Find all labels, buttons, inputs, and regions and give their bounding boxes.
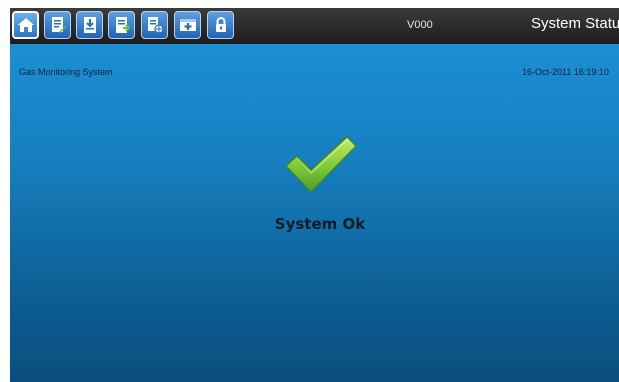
lock-button[interactable] <box>207 11 234 39</box>
version-label: V000 <box>407 19 433 31</box>
home-button[interactable] <box>12 11 39 39</box>
add-window-icon <box>179 19 196 31</box>
status-message: System Ok <box>274 215 366 233</box>
app-screen: V000 System Status Gas Monitoring System… <box>10 8 619 382</box>
top-toolbar: V000 System Status <box>10 8 619 44</box>
import-document-button[interactable] <box>76 11 103 39</box>
date-time: 16-Oct-2011 16:19:10 <box>522 67 609 77</box>
document-export-icon <box>115 17 130 33</box>
add-window-button[interactable] <box>174 11 201 39</box>
checkmark-icon <box>285 136 357 193</box>
document-import-icon <box>83 17 96 33</box>
edit-document-button[interactable] <box>44 11 71 39</box>
screen-title: System Status <box>531 15 619 32</box>
export-document-button[interactable] <box>108 11 135 39</box>
system-name: Gas Monitoring System <box>19 67 113 77</box>
lock-icon <box>215 17 226 32</box>
document-edit-icon <box>51 17 66 33</box>
network-document-button[interactable] <box>141 11 168 39</box>
home-icon <box>17 18 34 32</box>
document-network-icon <box>147 17 164 34</box>
status-panel: Gas Monitoring System 16-Oct-2011 16:19:… <box>10 44 619 382</box>
